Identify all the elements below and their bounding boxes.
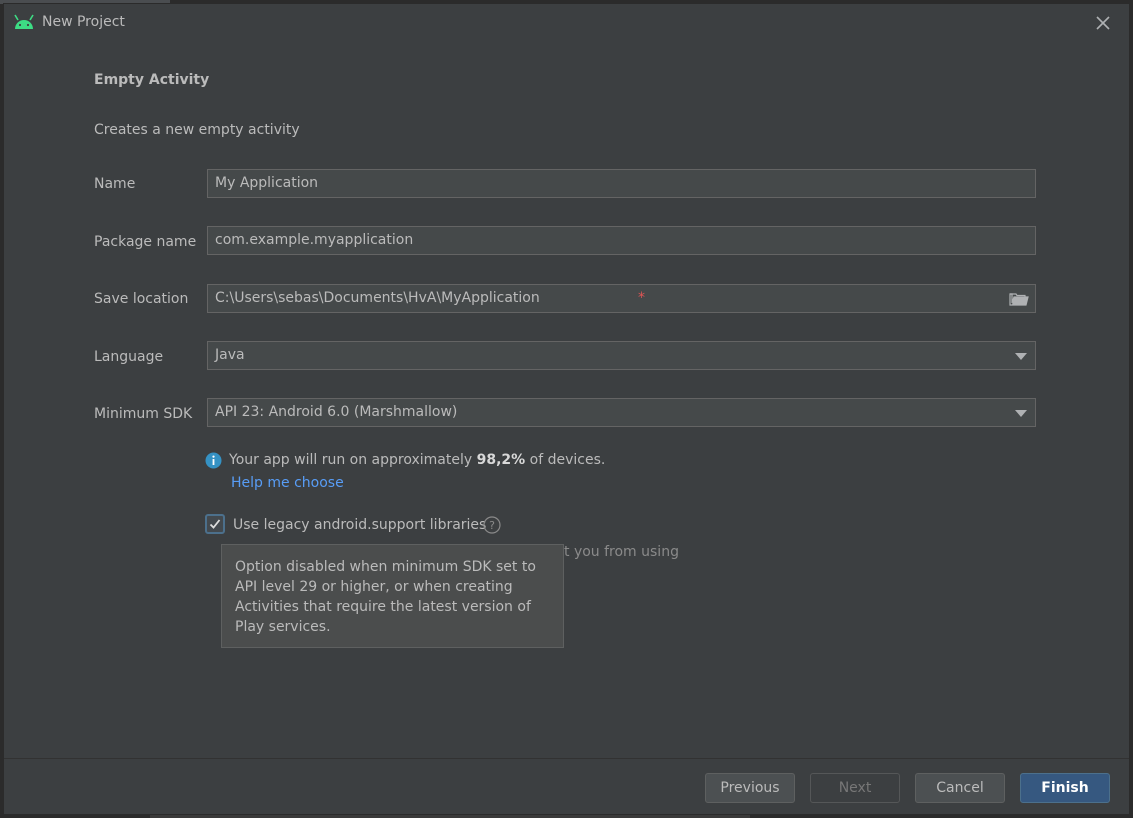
legacy-support-checkbox[interactable]: [205, 514, 225, 534]
help-me-choose-link[interactable]: Help me choose: [231, 475, 344, 491]
svg-text:?: ?: [489, 519, 495, 532]
name-field[interactable]: My Application: [207, 169, 1036, 198]
template-description: Creates a new empty activity: [94, 122, 300, 138]
window-title: New Project: [42, 14, 125, 30]
coverage-prefix: Your app will run on approximately: [229, 452, 477, 468]
language-label: Language: [94, 349, 164, 365]
legacy-description-partial: t you from using: [564, 544, 679, 560]
save-location-field[interactable]: C:\Users\sebas\Documents\HvA\MyApplicati…: [207, 284, 1036, 313]
save-location-label: Save location: [94, 291, 189, 307]
coverage-percent: 98,2%: [476, 452, 526, 468]
legacy-support-label: Use legacy android.support libraries: [233, 517, 487, 533]
legacy-tooltip: Option disabled when minimum SDK set to …: [221, 544, 564, 648]
footer-divider: [4, 758, 1129, 759]
title-bar: New Project: [4, 4, 1129, 42]
name-value: My Application: [215, 175, 319, 191]
coverage-suffix: of devices.: [525, 452, 606, 468]
android-icon: [14, 14, 34, 29]
package-name-label: Package name: [94, 234, 197, 250]
required-marker: *: [638, 290, 645, 306]
checkmark-icon: [209, 519, 221, 529]
cancel-button[interactable]: Cancel: [915, 773, 1005, 803]
package-name-field[interactable]: com.example.myapplication: [207, 226, 1036, 255]
save-location-value: C:\Users\sebas\Documents\HvA\MyApplicati…: [215, 290, 540, 306]
minimum-sdk-label: Minimum SDK: [94, 406, 193, 422]
folder-icon[interactable]: [1009, 291, 1029, 307]
template-heading: Empty Activity: [94, 72, 210, 88]
language-dropdown[interactable]: Java: [207, 341, 1036, 370]
chevron-down-icon: [1015, 353, 1027, 360]
minimum-sdk-value: API 23: Android 6.0 (Marshmallow): [215, 404, 458, 420]
question-mark-icon[interactable]: ?: [483, 516, 501, 534]
new-project-dialog: New Project Empty Activity Creates a new…: [3, 3, 1130, 815]
close-icon[interactable]: [1093, 13, 1113, 33]
finish-button[interactable]: Finish: [1020, 773, 1110, 803]
device-coverage-text: Your app will run on approximately 98,2%…: [229, 452, 605, 468]
previous-button[interactable]: Previous: [705, 773, 795, 803]
minimum-sdk-dropdown[interactable]: API 23: Android 6.0 (Marshmallow): [207, 398, 1036, 427]
package-name-value: com.example.myapplication: [215, 232, 414, 248]
next-button[interactable]: Next: [810, 773, 900, 803]
info-icon: [205, 452, 222, 469]
language-value: Java: [215, 347, 245, 363]
chevron-down-icon: [1015, 410, 1027, 417]
name-label: Name: [94, 176, 136, 192]
